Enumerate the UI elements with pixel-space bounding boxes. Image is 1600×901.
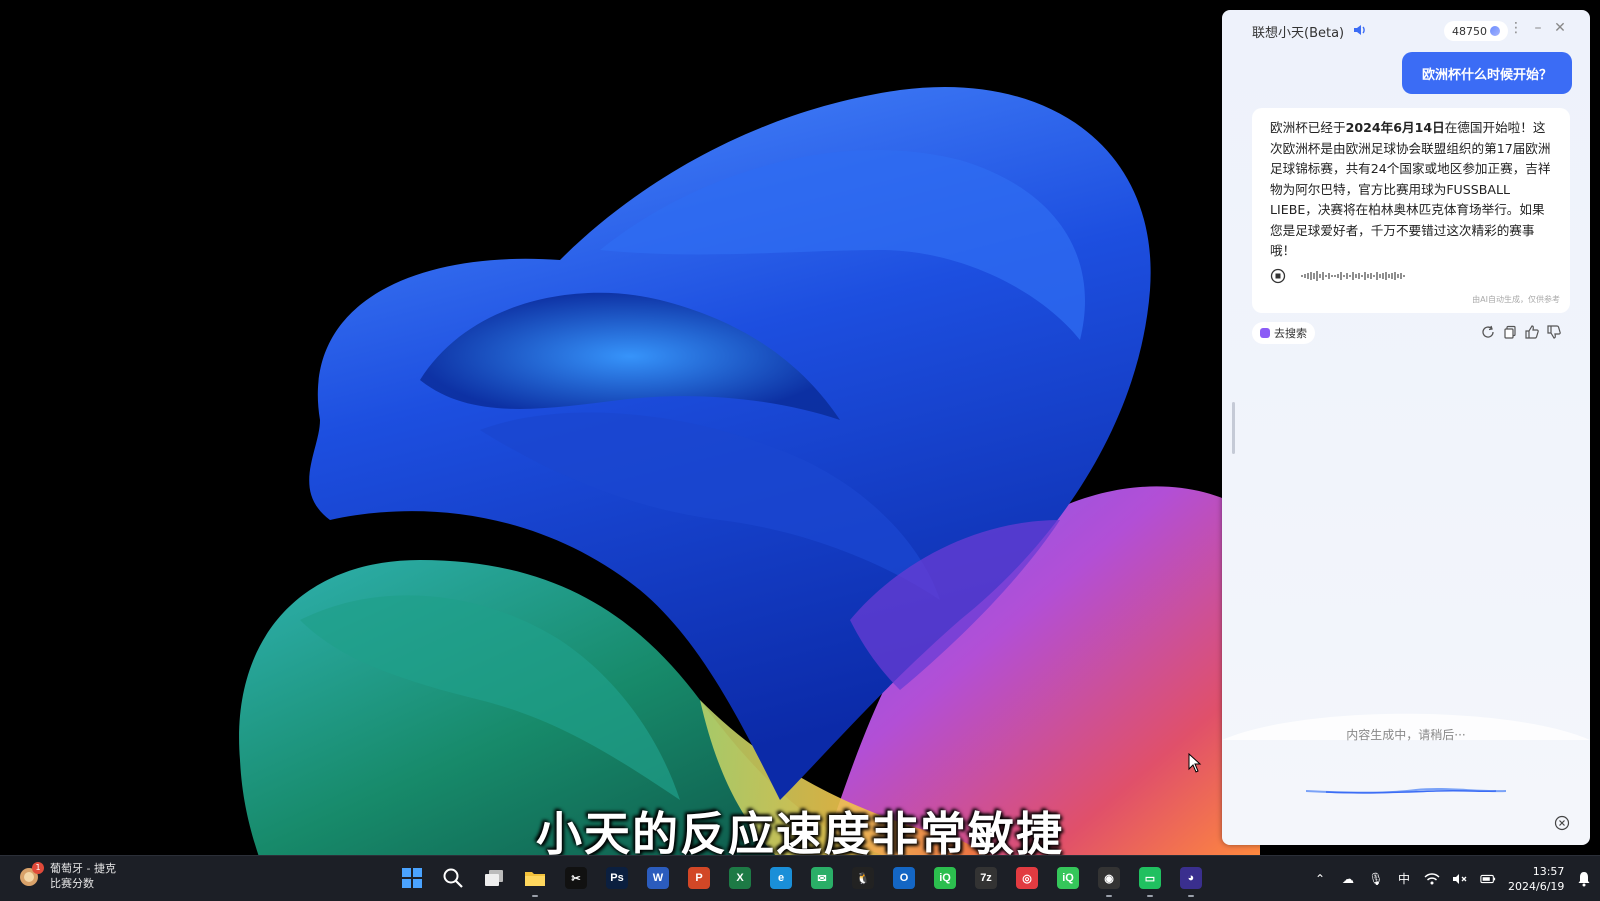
answer-card: 欧洲杯已经于2024年6月14日在德国开始啦！这次欧洲杯是由欧洲足球协会联盟组织… — [1252, 108, 1570, 313]
7zip-glyph: 7z — [975, 867, 997, 889]
netease-music-glyph: ◎ — [1016, 867, 1038, 889]
taskbar-7zip-icon[interactable]: 7z — [968, 862, 1004, 894]
system-tray: ⌃ ☁ 🎙 中 13:57 2024/6/19 — [1312, 856, 1592, 901]
obs-glyph: ◉ — [1098, 867, 1120, 889]
iqiyi-glyph: iQ — [1057, 867, 1079, 889]
green-app-glyph: ▭ — [1139, 867, 1161, 889]
answer-text: 欧洲杯已经于2024年6月14日在德国开始啦！这次欧洲杯是由欧洲足球协会联盟组织… — [1270, 120, 1551, 258]
minimize-icon[interactable]: – — [1528, 20, 1548, 36]
search-button-label: 去搜索 — [1274, 327, 1307, 340]
ime-indicator[interactable]: 中 — [1396, 871, 1412, 887]
volume-muted-icon[interactable] — [1452, 871, 1468, 887]
search-chip-icon — [1260, 328, 1270, 338]
user-question-bubble: 欧洲杯什么时候开始？ — [1401, 52, 1572, 94]
voice-wave-indicator — [1306, 788, 1506, 794]
taskbar-word-icon[interactable]: W — [640, 862, 676, 894]
taskbar-outlook-icon[interactable]: O — [886, 862, 922, 894]
sports-icon: 1 — [18, 862, 44, 888]
taskbar-task-view-icon[interactable] — [476, 862, 512, 894]
iqiyi-green-glyph: iQ — [934, 867, 956, 889]
news-subline: 比赛分数 — [50, 877, 94, 890]
taskbar-apps: ✂ Ps W P Xe ✉ 🐧 OiQ 7z ◎ iQ ◉ ▭ ◕ — [394, 862, 1209, 897]
news-headline: 葡萄牙 - 捷克 — [50, 862, 116, 875]
wechat-glyph: ✉ — [811, 867, 833, 889]
copy-icon[interactable] — [1502, 324, 1518, 340]
excel-glyph: X — [729, 867, 751, 889]
clock-date: 2024/6/19 — [1508, 879, 1565, 893]
capcut-glyph: ✂ — [565, 867, 587, 889]
taskbar-capcut-icon[interactable]: ✂ — [558, 862, 594, 894]
taskbar-green-app-icon[interactable]: ▭ — [1132, 862, 1168, 897]
taskbar-file-explorer-icon[interactable] — [517, 862, 553, 897]
coin-icon — [1490, 26, 1500, 36]
refresh-icon[interactable] — [1480, 324, 1496, 340]
taskbar-iqiyi-icon[interactable]: iQ — [1050, 862, 1086, 894]
taskbar-assistant-app-icon[interactable]: ◕ — [1173, 862, 1209, 897]
word-glyph: W — [647, 867, 669, 889]
answer-date: 2024年6月14日 — [1345, 120, 1445, 135]
news-widget[interactable]: 1 葡萄牙 - 捷克 比赛分数 — [18, 861, 116, 891]
taskbar-photoshop-icon[interactable]: Ps — [599, 862, 635, 894]
thumbs-down-icon[interactable] — [1546, 324, 1562, 340]
taskbar-search-icon[interactable] — [435, 862, 471, 894]
more-icon[interactable]: ⋮ — [1506, 20, 1526, 36]
clock[interactable]: 13:57 2024/6/19 — [1508, 864, 1564, 894]
qq-glyph: 🐧 — [852, 867, 874, 889]
stop-icon[interactable] — [1270, 268, 1286, 284]
speaker-icon[interactable] — [1352, 22, 1368, 38]
running-indicator — [532, 895, 538, 897]
taskbar-wechat-icon[interactable]: ✉ — [804, 862, 840, 894]
taskbar-edge-icon[interactable]: e — [763, 862, 799, 894]
ai-disclaimer: 由AI自动生成，仅供参考 — [1472, 295, 1560, 304]
cloud-icon[interactable]: ☁ — [1340, 871, 1356, 887]
close-icon[interactable]: ✕ — [1550, 20, 1570, 36]
assistant-title: 联想小天(Beta) — [1252, 26, 1345, 41]
generating-status: 内容生成中，请稍后··· — [1346, 728, 1466, 742]
running-indicator — [1188, 895, 1194, 897]
microphone-icon[interactable]: 🎙 — [1368, 871, 1384, 887]
running-indicator — [1147, 895, 1153, 897]
battery-icon[interactable] — [1480, 871, 1496, 887]
assistant-panel: 联想小天(Beta) 48750 ⋮ – ✕ 欧洲杯什么时候开始？ 欧洲杯已经于… — [1222, 10, 1590, 845]
edge-glyph: e — [770, 867, 792, 889]
mouse-cursor-icon — [1188, 753, 1202, 773]
taskbar-iqiyi-green-icon[interactable]: iQ — [927, 862, 963, 894]
taskbar-obs-icon[interactable]: ◉ — [1091, 862, 1127, 897]
taskbar-excel-icon[interactable]: X — [722, 862, 758, 894]
search-button[interactable]: 去搜索 — [1252, 322, 1315, 344]
thumbs-up-icon[interactable] — [1524, 324, 1540, 340]
notification-bell-icon[interactable] — [1576, 871, 1592, 887]
outlook-glyph: O — [893, 867, 915, 889]
taskbar: 1 葡萄牙 - 捷克 比赛分数 ✂ Ps W P Xe ✉ 🐧 OiQ 7z ◎ iQ ◉ ▭ ◕ ⌃ ☁… — [0, 855, 1600, 901]
photoshop-glyph: Ps — [606, 867, 628, 889]
running-indicator — [1106, 895, 1112, 897]
wifi-icon[interactable] — [1424, 871, 1440, 887]
points-badge[interactable]: 48750 — [1444, 21, 1508, 41]
powerpoint-glyph: P — [688, 867, 710, 889]
panel-resize-handle[interactable] — [1232, 402, 1235, 454]
close-circle-icon[interactable] — [1554, 815, 1570, 831]
taskbar-qq-icon[interactable]: 🐧 — [845, 862, 881, 894]
chevron-up-icon[interactable]: ⌃ — [1312, 871, 1328, 887]
notification-badge: 1 — [32, 862, 44, 874]
assistant-app-glyph: ◕ — [1180, 867, 1202, 889]
taskbar-start-icon[interactable] — [394, 862, 430, 894]
clock-time: 13:57 — [1532, 864, 1565, 878]
taskbar-powerpoint-icon[interactable]: P — [681, 862, 717, 894]
taskbar-netease-music-icon[interactable]: ◎ — [1009, 862, 1045, 894]
points-value: 48750 — [1452, 24, 1487, 38]
audio-waveform — [1301, 271, 1405, 281]
